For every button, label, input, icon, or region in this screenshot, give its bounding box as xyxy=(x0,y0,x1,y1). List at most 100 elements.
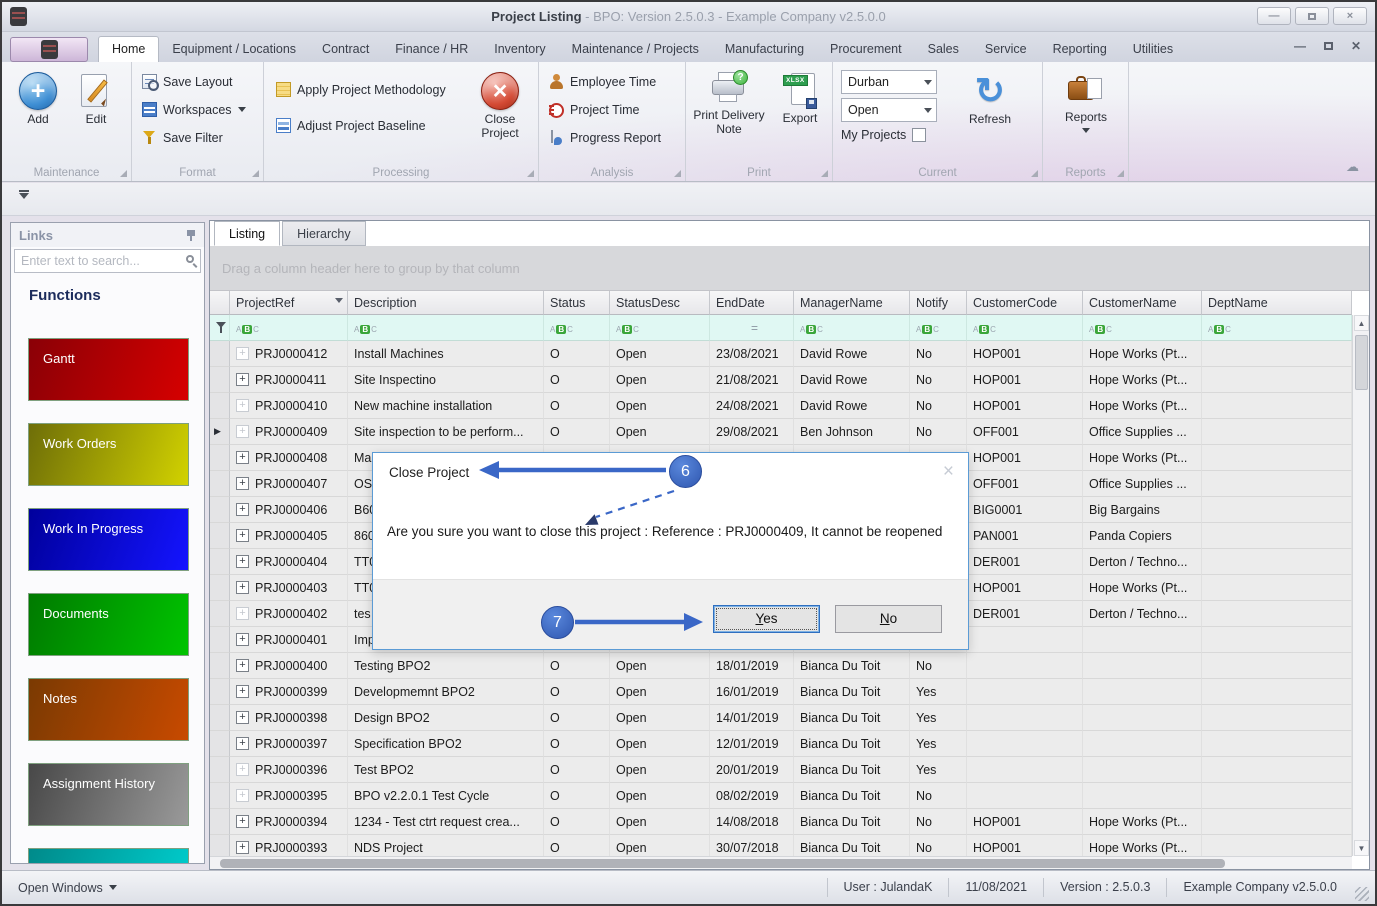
table-row[interactable]: PRJ0000400 Testing BPO2 O Open 18/01/201… xyxy=(210,653,1352,679)
tab-manufacturing[interactable]: Manufacturing xyxy=(712,37,817,62)
tab-finance-hr[interactable]: Finance / HR xyxy=(382,37,481,62)
cell-deptname[interactable] xyxy=(1202,445,1352,471)
cell-enddate[interactable]: 29/08/2021 xyxy=(710,419,794,445)
table-row[interactable]: PRJ0000409 Site inspection to be perform… xyxy=(210,419,1352,445)
scroll-up-icon[interactable]: ▲ xyxy=(1354,315,1369,331)
maximize-button[interactable] xyxy=(1295,7,1329,25)
cell-description[interactable]: NDS Project xyxy=(348,835,544,856)
cell-status[interactable]: O xyxy=(544,679,610,705)
cell-managername[interactable]: Bianca Du Toit xyxy=(794,653,910,679)
expand-icon[interactable] xyxy=(236,763,249,776)
print-delivery-note-button[interactable]: ? Print Delivery Note xyxy=(692,72,766,137)
cell-statusdesc[interactable]: Open xyxy=(610,835,710,856)
expand-icon[interactable] xyxy=(236,711,249,724)
cell-managername[interactable]: David Rowe xyxy=(794,341,910,367)
scroll-down-icon[interactable]: ▼ xyxy=(1354,840,1369,856)
cell-status[interactable]: O xyxy=(544,757,610,783)
cell-customercode[interactable] xyxy=(967,653,1083,679)
function-button[interactable]: Gantt xyxy=(28,338,189,401)
cell-enddate[interactable]: 20/01/2019 xyxy=(710,757,794,783)
group-launcher-icon[interactable] xyxy=(1117,170,1124,177)
cell-statusdesc[interactable]: Open xyxy=(610,341,710,367)
filter-status[interactable] xyxy=(544,315,610,341)
cell-enddate[interactable]: 14/01/2019 xyxy=(710,705,794,731)
table-row[interactable]: PRJ0000398 Design BPO2 O Open 14/01/2019… xyxy=(210,705,1352,731)
function-button[interactable]: Work Orders xyxy=(28,423,189,486)
table-row[interactable]: PRJ0000411 Site Inspectino O Open 21/08/… xyxy=(210,367,1352,393)
cell-projectref[interactable]: PRJ0000410 xyxy=(230,393,348,419)
cell-managername[interactable]: David Rowe xyxy=(794,393,910,419)
cell-customername[interactable] xyxy=(1083,731,1202,757)
cell-deptname[interactable] xyxy=(1202,523,1352,549)
group-launcher-icon[interactable] xyxy=(252,170,259,177)
expand-icon[interactable] xyxy=(236,373,249,386)
filter-enddate[interactable]: = xyxy=(710,315,794,341)
cell-customercode[interactable]: OFF001 xyxy=(967,419,1083,445)
cell-projectref[interactable]: PRJ0000398 xyxy=(230,705,348,731)
cell-customername[interactable]: Hope Works (Pt... xyxy=(1083,835,1202,856)
application-menu-button[interactable] xyxy=(10,37,88,62)
export-button[interactable]: XLSX Export xyxy=(770,73,830,126)
cell-notify[interactable]: No xyxy=(910,341,967,367)
employee-time-button[interactable]: Employee Time xyxy=(549,74,656,89)
cell-enddate[interactable]: 08/02/2019 xyxy=(710,783,794,809)
cell-status[interactable]: O xyxy=(544,393,610,419)
cell-customername[interactable]: Hope Works (Pt... xyxy=(1083,367,1202,393)
cell-deptname[interactable] xyxy=(1202,757,1352,783)
horizontal-scrollbar[interactable] xyxy=(210,856,1352,869)
column-header-notify[interactable]: Notify xyxy=(910,291,967,315)
doc-minimize-icon[interactable]: — xyxy=(1294,39,1306,53)
filter-customername[interactable] xyxy=(1083,315,1202,341)
cell-description[interactable]: New machine installation xyxy=(348,393,544,419)
cell-managername[interactable]: David Rowe xyxy=(794,367,910,393)
minimize-button[interactable]: — xyxy=(1257,7,1291,25)
cell-notify[interactable]: Yes xyxy=(910,705,967,731)
cell-customername[interactable] xyxy=(1083,679,1202,705)
project-time-button[interactable]: Project Time xyxy=(549,102,639,117)
cell-deptname[interactable] xyxy=(1202,705,1352,731)
cell-statusdesc[interactable]: Open xyxy=(610,367,710,393)
group-launcher-icon[interactable] xyxy=(120,170,127,177)
expand-icon[interactable] xyxy=(236,399,249,412)
cell-projectref[interactable]: PRJ0000402 xyxy=(230,601,348,627)
cell-projectref[interactable]: PRJ0000412 xyxy=(230,341,348,367)
cell-deptname[interactable] xyxy=(1202,549,1352,575)
horizontal-scroll-thumb[interactable] xyxy=(220,859,1225,868)
cell-enddate[interactable]: 18/01/2019 xyxy=(710,653,794,679)
cell-deptname[interactable] xyxy=(1202,679,1352,705)
tab-equipment-locations[interactable]: Equipment / Locations xyxy=(159,37,309,62)
cell-notify[interactable]: No xyxy=(910,367,967,393)
cell-customername[interactable]: Hope Works (Pt... xyxy=(1083,445,1202,471)
expand-icon[interactable] xyxy=(236,633,249,646)
cell-status[interactable]: O xyxy=(544,835,610,856)
column-header-description[interactable]: Description xyxy=(348,291,544,315)
cell-customercode[interactable] xyxy=(967,705,1083,731)
edit-button[interactable]: Edit xyxy=(66,72,126,127)
cell-notify[interactable]: Yes xyxy=(910,731,967,757)
table-row[interactable]: PRJ0000396 Test BPO2 O Open 20/01/2019 B… xyxy=(210,757,1352,783)
table-row[interactable]: PRJ0000394 1234 - Test ctrt request crea… xyxy=(210,809,1352,835)
cell-customercode[interactable] xyxy=(967,679,1083,705)
expand-icon[interactable] xyxy=(236,841,249,854)
cell-enddate[interactable]: 24/08/2021 xyxy=(710,393,794,419)
cell-deptname[interactable] xyxy=(1202,601,1352,627)
cell-statusdesc[interactable]: Open xyxy=(610,783,710,809)
cell-statusdesc[interactable]: Open xyxy=(610,679,710,705)
cell-description[interactable]: Testing BPO2 xyxy=(348,653,544,679)
cell-managername[interactable]: Bianca Du Toit xyxy=(794,731,910,757)
cell-projectref[interactable]: PRJ0000404 xyxy=(230,549,348,575)
cell-deptname[interactable] xyxy=(1202,627,1352,653)
cell-description[interactable]: Specification BPO2 xyxy=(348,731,544,757)
apply-methodology-button[interactable]: Apply Project Methodology xyxy=(276,82,446,97)
cell-customercode[interactable]: OFF001 xyxy=(967,471,1083,497)
filter-description[interactable] xyxy=(348,315,544,341)
cell-status[interactable]: O xyxy=(544,809,610,835)
cell-status[interactable]: O xyxy=(544,731,610,757)
cell-projectref[interactable]: PRJ0000396 xyxy=(230,757,348,783)
cell-customername[interactable] xyxy=(1083,757,1202,783)
my-projects-checkbox[interactable] xyxy=(912,128,926,142)
cell-customername[interactable]: Hope Works (Pt... xyxy=(1083,341,1202,367)
cell-status[interactable]: O xyxy=(544,653,610,679)
cell-customercode[interactable]: HOP001 xyxy=(967,835,1083,856)
expand-icon[interactable] xyxy=(236,529,249,542)
